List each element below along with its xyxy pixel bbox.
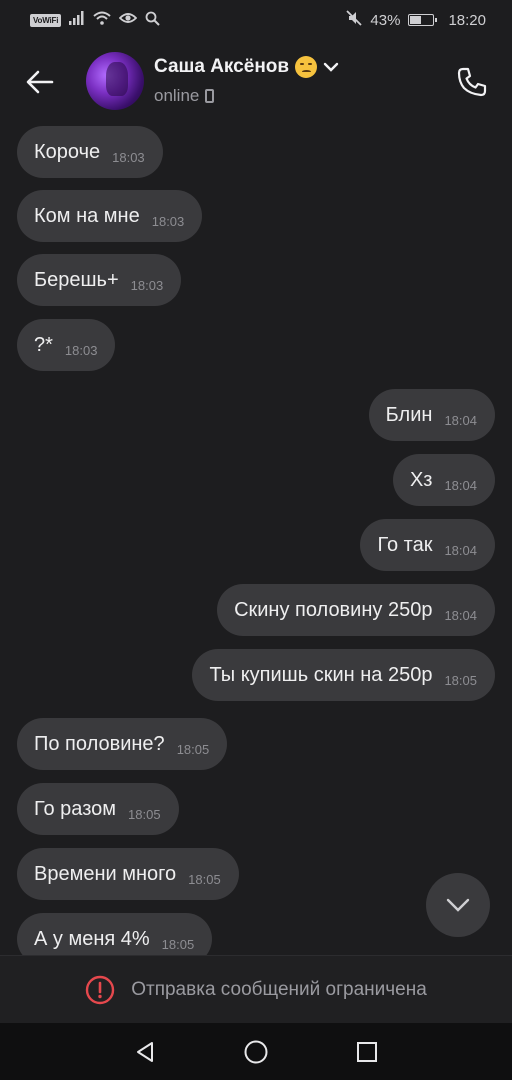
message-text: Блин [385, 403, 433, 426]
message-text: Ты купишь скин на 250р [209, 663, 433, 686]
message-time: 18:03 [130, 277, 164, 293]
message-outgoing[interactable]: Ты купишь скин на 250р 18:05 [192, 649, 495, 701]
status-bar: VoWiFi 43% 18:20 [0, 0, 512, 40]
message-time: 18:05 [128, 806, 161, 822]
message-outgoing[interactable]: Го так 18:04 [360, 519, 495, 571]
message-text: Берешь+ [34, 268, 119, 291]
message-text: Хз [409, 468, 433, 491]
battery-icon [408, 14, 438, 26]
scroll-to-bottom-button[interactable] [426, 873, 490, 937]
message-text: Времени много [34, 862, 177, 885]
mute-icon [346, 10, 363, 30]
alert-circle-icon [86, 975, 115, 1004]
restricted-notice: Отправка сообщений ограничена [0, 955, 512, 1023]
message-text: ?* [34, 333, 53, 356]
message-time: 18:04 [444, 477, 477, 493]
nav-back-button[interactable] [125, 1032, 165, 1072]
message-incoming[interactable]: Короче 18:03 [17, 126, 163, 178]
nav-home-button[interactable] [236, 1032, 276, 1072]
system-nav-bar [0, 1023, 512, 1080]
message-time: 18:05 [444, 672, 477, 688]
nav-back-icon [137, 1041, 154, 1062]
message-text: Короче [34, 140, 101, 163]
back-arrow-icon [26, 70, 54, 94]
message-time: 18:04 [444, 607, 477, 623]
contact-name: Саша Аксёнов [154, 56, 290, 77]
vowifi-badge: VoWiFi [30, 13, 62, 27]
contact-name-row[interactable]: Саша Аксёнов [154, 56, 339, 78]
battery-percent: 43% [370, 11, 401, 29]
device-icon [205, 89, 215, 103]
search-icon [145, 11, 160, 30]
message-text: Го так [377, 533, 433, 556]
message-outgoing[interactable]: Хз 18:04 [392, 454, 495, 506]
phone-icon [457, 67, 487, 97]
message-time: 18:03 [151, 213, 185, 229]
contact-status-row: online [154, 86, 215, 106]
battery-fill [410, 16, 421, 24]
restricted-text: Отправка сообщений ограничена [131, 978, 427, 1000]
message-text: По половине? [34, 732, 165, 755]
message-text: А у меня 4% [34, 927, 150, 950]
message-outgoing[interactable]: Блин 18:04 [368, 389, 495, 441]
message-time: 18:04 [444, 542, 477, 558]
message-time: 18:05 [188, 871, 221, 887]
wifi-icon [93, 11, 111, 29]
message-time: 18:03 [112, 149, 145, 165]
message-text: Ком на мне [34, 204, 140, 227]
chat-screen: VoWiFi 43% 18:20 Саша Аксёнов online Кор… [0, 0, 512, 1080]
chevron-down-icon [446, 898, 470, 912]
contact-status: online [154, 86, 200, 105]
nav-recents-icon [356, 1041, 377, 1062]
message-incoming[interactable]: Го разом 18:05 [17, 783, 179, 835]
signal-icon [69, 11, 85, 29]
clock: 18:20 [448, 11, 486, 29]
message-incoming[interactable]: Ком на мне 18:03 [17, 190, 203, 242]
emoji-icon [295, 56, 318, 78]
message-text: Го разом [34, 797, 117, 820]
chevron-down-icon [323, 62, 339, 72]
call-button[interactable] [452, 62, 492, 102]
message-time: 18:05 [176, 741, 210, 757]
message-time: 18:03 [64, 342, 98, 358]
message-incoming[interactable]: По половине? 18:05 [17, 718, 228, 770]
message-incoming[interactable]: ?* 18:03 [17, 319, 116, 371]
message-list[interactable]: Короче 18:03 Ком на мне 18:03 Берешь+ 18… [0, 120, 512, 955]
back-button[interactable] [20, 62, 60, 102]
nav-recents-button[interactable] [347, 1032, 387, 1072]
message-text: Скину половину 250р [234, 598, 433, 621]
message-time: 18:05 [161, 936, 195, 952]
avatar[interactable] [86, 52, 144, 110]
message-outgoing[interactable]: Скину половину 250р 18:04 [217, 584, 495, 636]
chat-header: Саша Аксёнов online [0, 40, 512, 120]
message-incoming[interactable]: А у меня 4% 18:05 [17, 913, 213, 955]
message-incoming[interactable]: Времени много 18:05 [17, 848, 239, 900]
message-incoming[interactable]: Берешь+ 18:03 [17, 254, 182, 306]
eye-icon [118, 11, 138, 29]
message-time: 18:04 [444, 412, 477, 428]
nav-home-icon [244, 1040, 268, 1063]
